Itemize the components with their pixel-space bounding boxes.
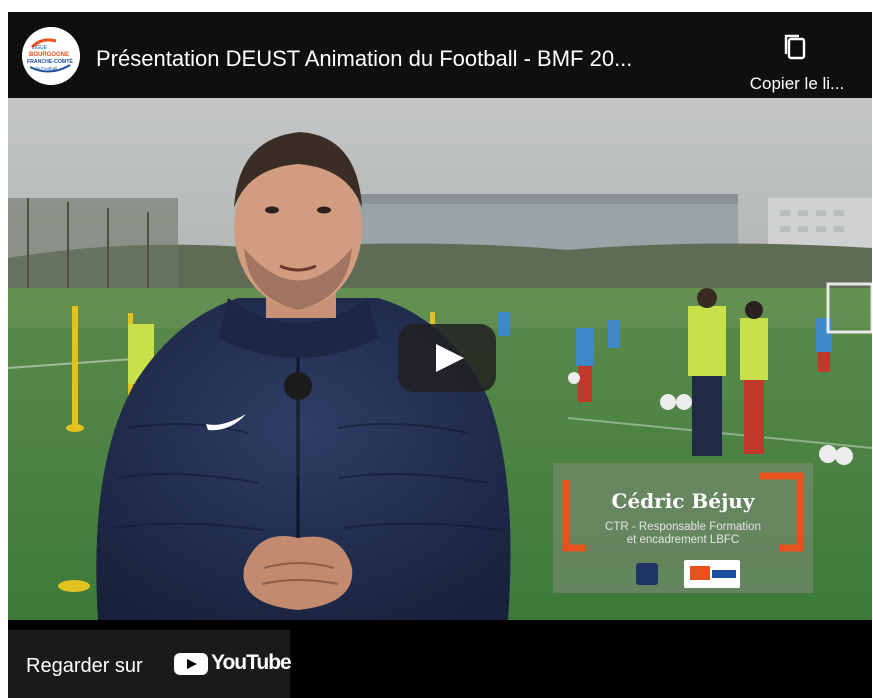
video-frame[interactable]: Cédric Béjuy CTR - Responsable Formation…: [8, 98, 872, 620]
youtube-logo: YouTube: [174, 651, 292, 677]
watch-on-label: Regarder sur: [26, 655, 143, 677]
speaker-role-line2: et encadrement LBFC: [626, 534, 740, 546]
copy-link-button[interactable]: Copier le li...: [734, 30, 860, 93]
logo-text-2: BOURGOGNE: [29, 52, 69, 58]
channel-avatar[interactable]: LIGUE BOURGOGNE FRANCHE-COMTÉ de Footbal…: [22, 27, 80, 85]
speaker-role-line1: CTR - Responsable Formation: [605, 521, 761, 533]
play-button[interactable]: [398, 324, 496, 392]
logo-text-4: de Football: [35, 66, 57, 71]
ligue-bfc-logo: LIGUE BOURGOGNE FRANCHE-COMTÉ de Footbal…: [22, 27, 80, 85]
speaker-name: Cédric Béjuy: [611, 489, 755, 513]
video-title-link[interactable]: Présentation DEUST Animation du Football…: [96, 46, 736, 72]
copy-icon: [784, 34, 806, 60]
logo-text-3: FRANCHE-COMTÉ: [27, 57, 73, 65]
player-top-bar: LIGUE BOURGOGNE FRANCHE-COMTÉ de Footbal…: [8, 12, 872, 98]
copy-link-label: Copier le li...: [749, 74, 845, 93]
youtube-logo-icon: [174, 653, 208, 675]
watch-on-youtube-button[interactable]: Regarder sur YouTube: [8, 630, 292, 698]
lower-third-caption: Cédric Béjuy CTR - Responsable Formation…: [553, 463, 813, 593]
player-bottom-bar: Regarder sur YouTube: [8, 620, 872, 698]
logo-text-1: LIGUE: [32, 45, 48, 51]
youtube-wordmark: YouTube: [211, 651, 292, 674]
youtube-embed-player: LIGUE BOURGOGNE FRANCHE-COMTÉ de Footbal…: [8, 12, 872, 698]
